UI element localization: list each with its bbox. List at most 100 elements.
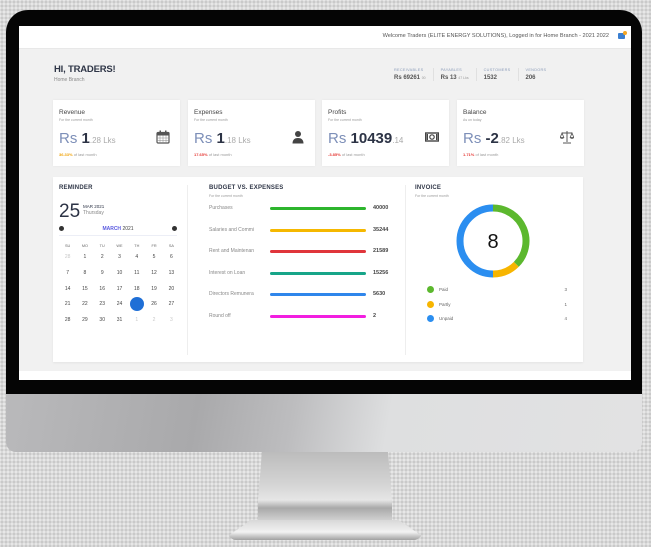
stat-value: Rs 13 — [440, 75, 457, 81]
stat-label: RECEIVABLES — [394, 68, 424, 72]
summary-stats: RECEIVABLES Rs 69261 00 PAYABLES Rs 13 4… — [394, 68, 553, 81]
budget-title: BUDGET VS. EXPENSES — [209, 185, 284, 191]
budget-row-value: 2 — [373, 312, 377, 319]
calendar-day[interactable]: 15 — [76, 285, 93, 301]
legend-item-unpaid[interactable]: Unpaid 4 — [427, 315, 567, 325]
calendar-day[interactable]: 4 — [128, 253, 145, 269]
card-amount: Rs 10439.14 — [328, 130, 404, 147]
calendar-nav: MARCH 2021 — [59, 226, 177, 236]
budget-row: Purchases 40000 — [209, 205, 399, 215]
legend-item-paid[interactable]: Paid 3 — [427, 286, 567, 296]
main-panel: REMINDER 25 MAR 2021 Thursday MARCH 2021… — [53, 177, 583, 362]
monitor-stand-base — [228, 520, 422, 540]
stat-value: 1532 — [483, 75, 497, 81]
balance-scale-icon — [560, 131, 574, 144]
calendar-day[interactable]: 30 — [94, 316, 111, 332]
budget-row-name: Directors Remunera — [209, 291, 254, 297]
legend-dot — [427, 315, 434, 322]
card-balance[interactable]: Balance As on today Rs -2.82 Lks 1.71% o… — [457, 100, 584, 166]
invoice-title: INVOICE — [415, 185, 442, 191]
divider — [405, 185, 406, 355]
calendar-day[interactable]: 8 — [76, 269, 93, 285]
calendar-day[interactable]: 1 — [76, 253, 93, 269]
legend-label: Partly — [439, 301, 451, 307]
calendar-day[interactable]: 17 — [111, 285, 128, 301]
budget-row: Directors Remunera 5630 — [209, 291, 399, 301]
legend-dot — [427, 286, 434, 293]
budget-row-bar — [270, 228, 366, 232]
footer-strip — [19, 371, 631, 380]
reminder-weekday: Thursday — [83, 210, 104, 216]
calendar-day[interactable]: 11 — [128, 269, 145, 285]
calendar-day[interactable]: 22 — [76, 300, 93, 316]
stat-receivables[interactable]: RECEIVABLES Rs 69261 00 — [394, 68, 433, 81]
card-change: -3.85% of last month — [328, 152, 365, 157]
invoice-subtitle: For the current month — [415, 194, 449, 198]
weekday-header: FR — [151, 244, 157, 248]
card-amount: Rs 1.28 Lks — [59, 130, 116, 147]
calendar-day[interactable]: 5 — [145, 253, 162, 269]
stat-unit: 47 Lks — [458, 76, 469, 80]
calendar-day[interactable]: 23 — [94, 300, 111, 316]
calendar-day[interactable]: 9 — [94, 269, 111, 285]
budget-row-name: Round off — [209, 312, 231, 319]
calendar-day[interactable]: 24 — [111, 300, 128, 316]
weekday-header: TH — [134, 244, 140, 248]
card-revenue[interactable]: Revenue For the current month Rs 1.28 Lk… — [53, 100, 180, 166]
budget-row-name: Purchases — [209, 205, 233, 211]
calendar-day[interactable]: 28 — [59, 253, 76, 269]
stat-label: CUSTOMERS — [483, 68, 511, 72]
calendar-day[interactable]: 29 — [76, 316, 93, 332]
user-icon — [292, 131, 304, 144]
money-icon — [425, 132, 439, 142]
calendar-day[interactable]: 14 — [59, 285, 76, 301]
legend-label: Unpaid — [439, 316, 454, 321]
calendar-day[interactable]: 6 — [163, 253, 180, 269]
calendar-day[interactable]: 1 — [128, 316, 145, 332]
calendar-day[interactable]: 31 — [111, 316, 128, 332]
calendar-day[interactable]: 21 — [59, 300, 76, 316]
calendar-day[interactable]: 2 — [145, 316, 162, 332]
legend-count: 1 — [564, 301, 567, 307]
budget-row-value: 15256 — [373, 269, 389, 276]
page-title: HI, TRADERS! — [54, 64, 116, 75]
donut-slice-partly[interactable] — [492, 261, 519, 278]
calendar-day[interactable]: 7 — [59, 269, 76, 285]
calendar-day[interactable]: 3 — [111, 253, 128, 269]
reminder-day: 25 — [59, 201, 81, 222]
calendar-day[interactable]: 28 — [59, 316, 76, 332]
invoice-donut-chart: 8 — [456, 204, 530, 278]
stat-customers[interactable]: CUSTOMERS 1532 — [475, 68, 518, 81]
welcome-message: Welcome Traders (ELITE ENERGY SOLUTIONS)… — [382, 33, 609, 39]
calendar-day[interactable]: 2 — [94, 253, 111, 269]
calendar-day[interactable]: 12 — [145, 269, 162, 285]
budget-row: Rent and Maintenan 21589 — [209, 248, 399, 258]
calendar-day[interactable]: 16 — [94, 285, 111, 301]
calendar-day-selected[interactable]: 25 — [128, 300, 145, 316]
card-profits[interactable]: Profits For the current month Rs 10439.1… — [322, 100, 449, 166]
card-subtitle: For the current month — [194, 118, 228, 122]
card-amount: Rs -2.82 Lks — [463, 130, 525, 147]
budget-row-bar — [270, 293, 366, 296]
card-change: 17.65% of last month — [194, 152, 232, 157]
notification-badge — [623, 31, 627, 35]
card-expenses[interactable]: Expenses For the current month Rs 1.18 L… — [188, 100, 315, 166]
stat-vendors[interactable]: VENDORS 206 — [517, 68, 554, 81]
stat-payables[interactable]: PAYABLES Rs 13 47 Lks — [432, 68, 476, 81]
calendar-day[interactable]: 26 — [145, 300, 162, 316]
stat-label: PAYABLES — [440, 68, 463, 72]
calendar-day[interactable]: 3 — [163, 316, 180, 332]
calendar-day[interactable]: 10 — [111, 269, 128, 285]
calendar-day[interactable]: 19 — [145, 285, 162, 301]
budget-row-value: 35244 — [373, 226, 389, 233]
next-month-button[interactable] — [172, 226, 177, 231]
budget-subtitle: For the current month — [209, 194, 243, 198]
stat-value: Rs 69261 — [394, 75, 421, 81]
legend-dot — [427, 300, 434, 308]
calendar-month-label: MARCH 2021 — [102, 226, 134, 232]
calendar-day[interactable]: 20 — [163, 285, 180, 301]
calendar-day[interactable]: 13 — [163, 269, 180, 285]
budget-row-name: Interest on Loan — [209, 269, 246, 276]
calendar-day[interactable]: 27 — [163, 300, 180, 316]
legend-item-partly[interactable]: Partly 1 — [427, 300, 567, 311]
